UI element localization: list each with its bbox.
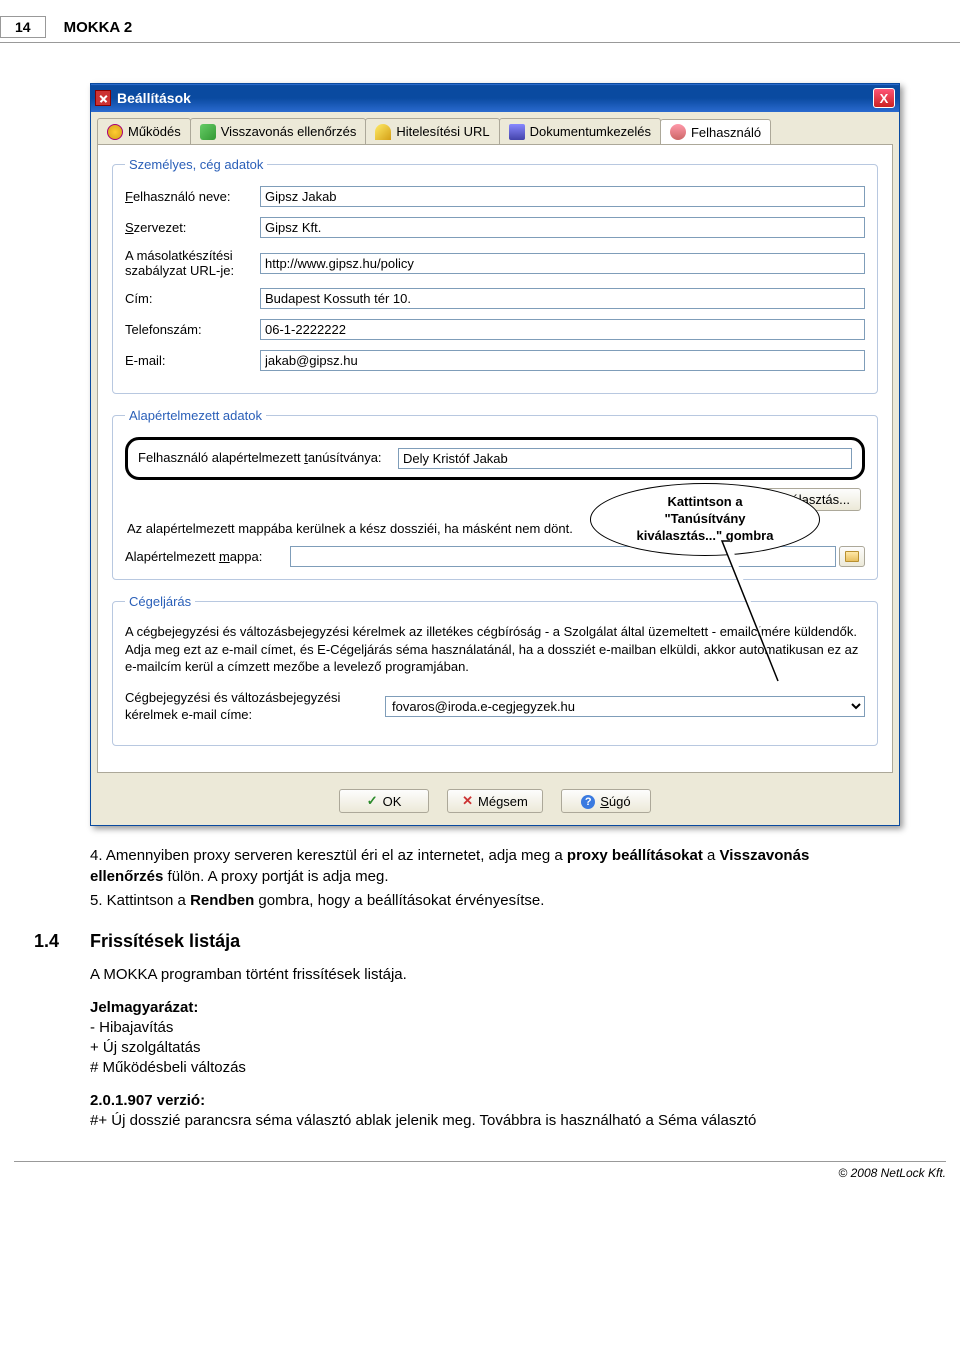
page-header: 14 MOKKA 2 <box>0 12 960 43</box>
input-address[interactable] <box>260 288 865 309</box>
dialog-buttons: OK Mégsem Súgó <box>91 779 899 825</box>
tab-operation[interactable]: Működés <box>97 118 191 144</box>
check-icon <box>367 793 378 809</box>
help-icon <box>581 793 595 809</box>
input-org[interactable] <box>260 217 865 238</box>
settings-dialog: Beállítások X Működés Visszavonás ellenő… <box>90 83 900 826</box>
tab-revocation[interactable]: Visszavonás ellenőrzés <box>190 118 367 144</box>
cancel-button[interactable]: Mégsem <box>447 789 543 813</box>
tab-label: Működés <box>128 124 181 139</box>
page-footer: © 2008 NetLock Kft. <box>14 1161 946 1194</box>
label-address: Cím: <box>125 291 260 306</box>
legend-item: # Működésbeli változás <box>90 1059 246 1076</box>
label-policy: A másolatkészítési szabályzat URL-je: <box>125 248 260 278</box>
label-email: E-mail: <box>125 353 260 368</box>
help-button[interactable]: Súgó <box>561 789 651 813</box>
tab-label: Dokumentumkezelés <box>530 124 651 139</box>
group-legend: Személyes, cég adatok <box>125 157 267 172</box>
tab-user[interactable]: Felhasználó <box>660 119 771 145</box>
button-label: Súgó <box>600 794 630 809</box>
callout-line: "Tanúsítvány <box>605 511 805 528</box>
x-icon <box>462 793 473 809</box>
close-button[interactable]: X <box>873 88 895 108</box>
paragraph: A MOKKA programban történt frissítések l… <box>90 965 870 985</box>
label-default-folder: Alapértelmezett mappa: <box>125 549 290 564</box>
legend-item: + Új szolgáltatás <box>90 1039 200 1056</box>
section-title: Frissítések listája <box>90 929 240 953</box>
label-default-cert: Felhasználó alapértelmezett tanúsítványa… <box>138 450 398 467</box>
tab-label: Hitelesítési URL <box>396 124 489 139</box>
paragraph: 4. Amennyiben proxy serveren keresztül é… <box>90 846 870 887</box>
input-email[interactable] <box>260 350 865 371</box>
gear-icon <box>107 124 123 140</box>
input-phone[interactable] <box>260 319 865 340</box>
refresh-icon <box>200 124 216 140</box>
tab-panel-user: Kattintson a "Tanúsítvány kiválasztás...… <box>97 144 893 773</box>
label-org: Szervezet: <box>125 220 260 235</box>
label-phone: Telefonszám: <box>125 322 260 337</box>
version-title: 2.0.1.907 verzió: <box>90 1092 205 1109</box>
tab-document[interactable]: Dokumentumkezelés <box>499 118 661 144</box>
tab-label: Felhasználó <box>691 125 761 140</box>
callout-line: Kattintson a <box>605 494 805 511</box>
group-personal: Személyes, cég adatok Felhasználó neve: … <box>112 157 878 394</box>
input-default-cert[interactable] <box>398 448 852 469</box>
page-title: MOKKA 2 <box>64 19 133 36</box>
group-legend: Alapértelmezett adatok <box>125 408 266 423</box>
key-icon <box>375 124 391 140</box>
user-icon <box>670 124 686 140</box>
label-username: Felhasználó neve: <box>125 189 260 204</box>
version-line: #+ Új dosszié parancsra séma választó ab… <box>90 1112 756 1129</box>
callout-tooltip: Kattintson a "Tanúsítvány kiválasztás...… <box>590 483 820 556</box>
tab-bar: Működés Visszavonás ellenőrzés Hitelesít… <box>91 112 899 144</box>
cert-highlight: Felhasználó alapértelmezett tanúsítványa… <box>125 437 865 480</box>
legend-title: Jelmagyarázat: <box>90 999 198 1016</box>
select-proc-email[interactable]: fovaros@iroda.e-cegjegyzek.hu <box>385 696 865 717</box>
button-label: Mégsem <box>478 794 528 809</box>
body-text: 4. Amennyiben proxy serveren keresztül é… <box>90 846 870 1131</box>
section-number: 1.4 <box>34 929 90 953</box>
button-label: OK <box>383 794 402 809</box>
label-proc-email: Cégbejegyzési és változásbejegyzési kére… <box>125 690 385 724</box>
dialog-title: Beállítások <box>117 90 873 106</box>
app-icon <box>95 90 111 106</box>
group-legend: Cégeljárás <box>125 594 195 609</box>
titlebar: Beállítások X <box>91 84 899 112</box>
legend-item: - Hibajavítás <box>90 1019 173 1036</box>
input-policy-url[interactable] <box>260 253 865 274</box>
document-icon <box>509 124 525 140</box>
paragraph: 5. Kattintson a Rendben gombra, hogy a b… <box>90 891 870 911</box>
version-block: 2.0.1.907 verzió: #+ Új dosszié parancsr… <box>90 1091 870 1132</box>
tab-auth-url[interactable]: Hitelesítési URL <box>365 118 499 144</box>
input-username[interactable] <box>260 186 865 207</box>
folder-icon <box>845 551 859 562</box>
tab-label: Visszavonás ellenőrzés <box>221 124 357 139</box>
legend-block: Jelmagyarázat: - Hibajavítás + Új szolgá… <box>90 998 870 1079</box>
page-number: 14 <box>0 16 46 38</box>
browse-button[interactable] <box>839 546 865 567</box>
ok-button[interactable]: OK <box>339 789 429 813</box>
callout-arrow-icon <box>720 539 810 689</box>
